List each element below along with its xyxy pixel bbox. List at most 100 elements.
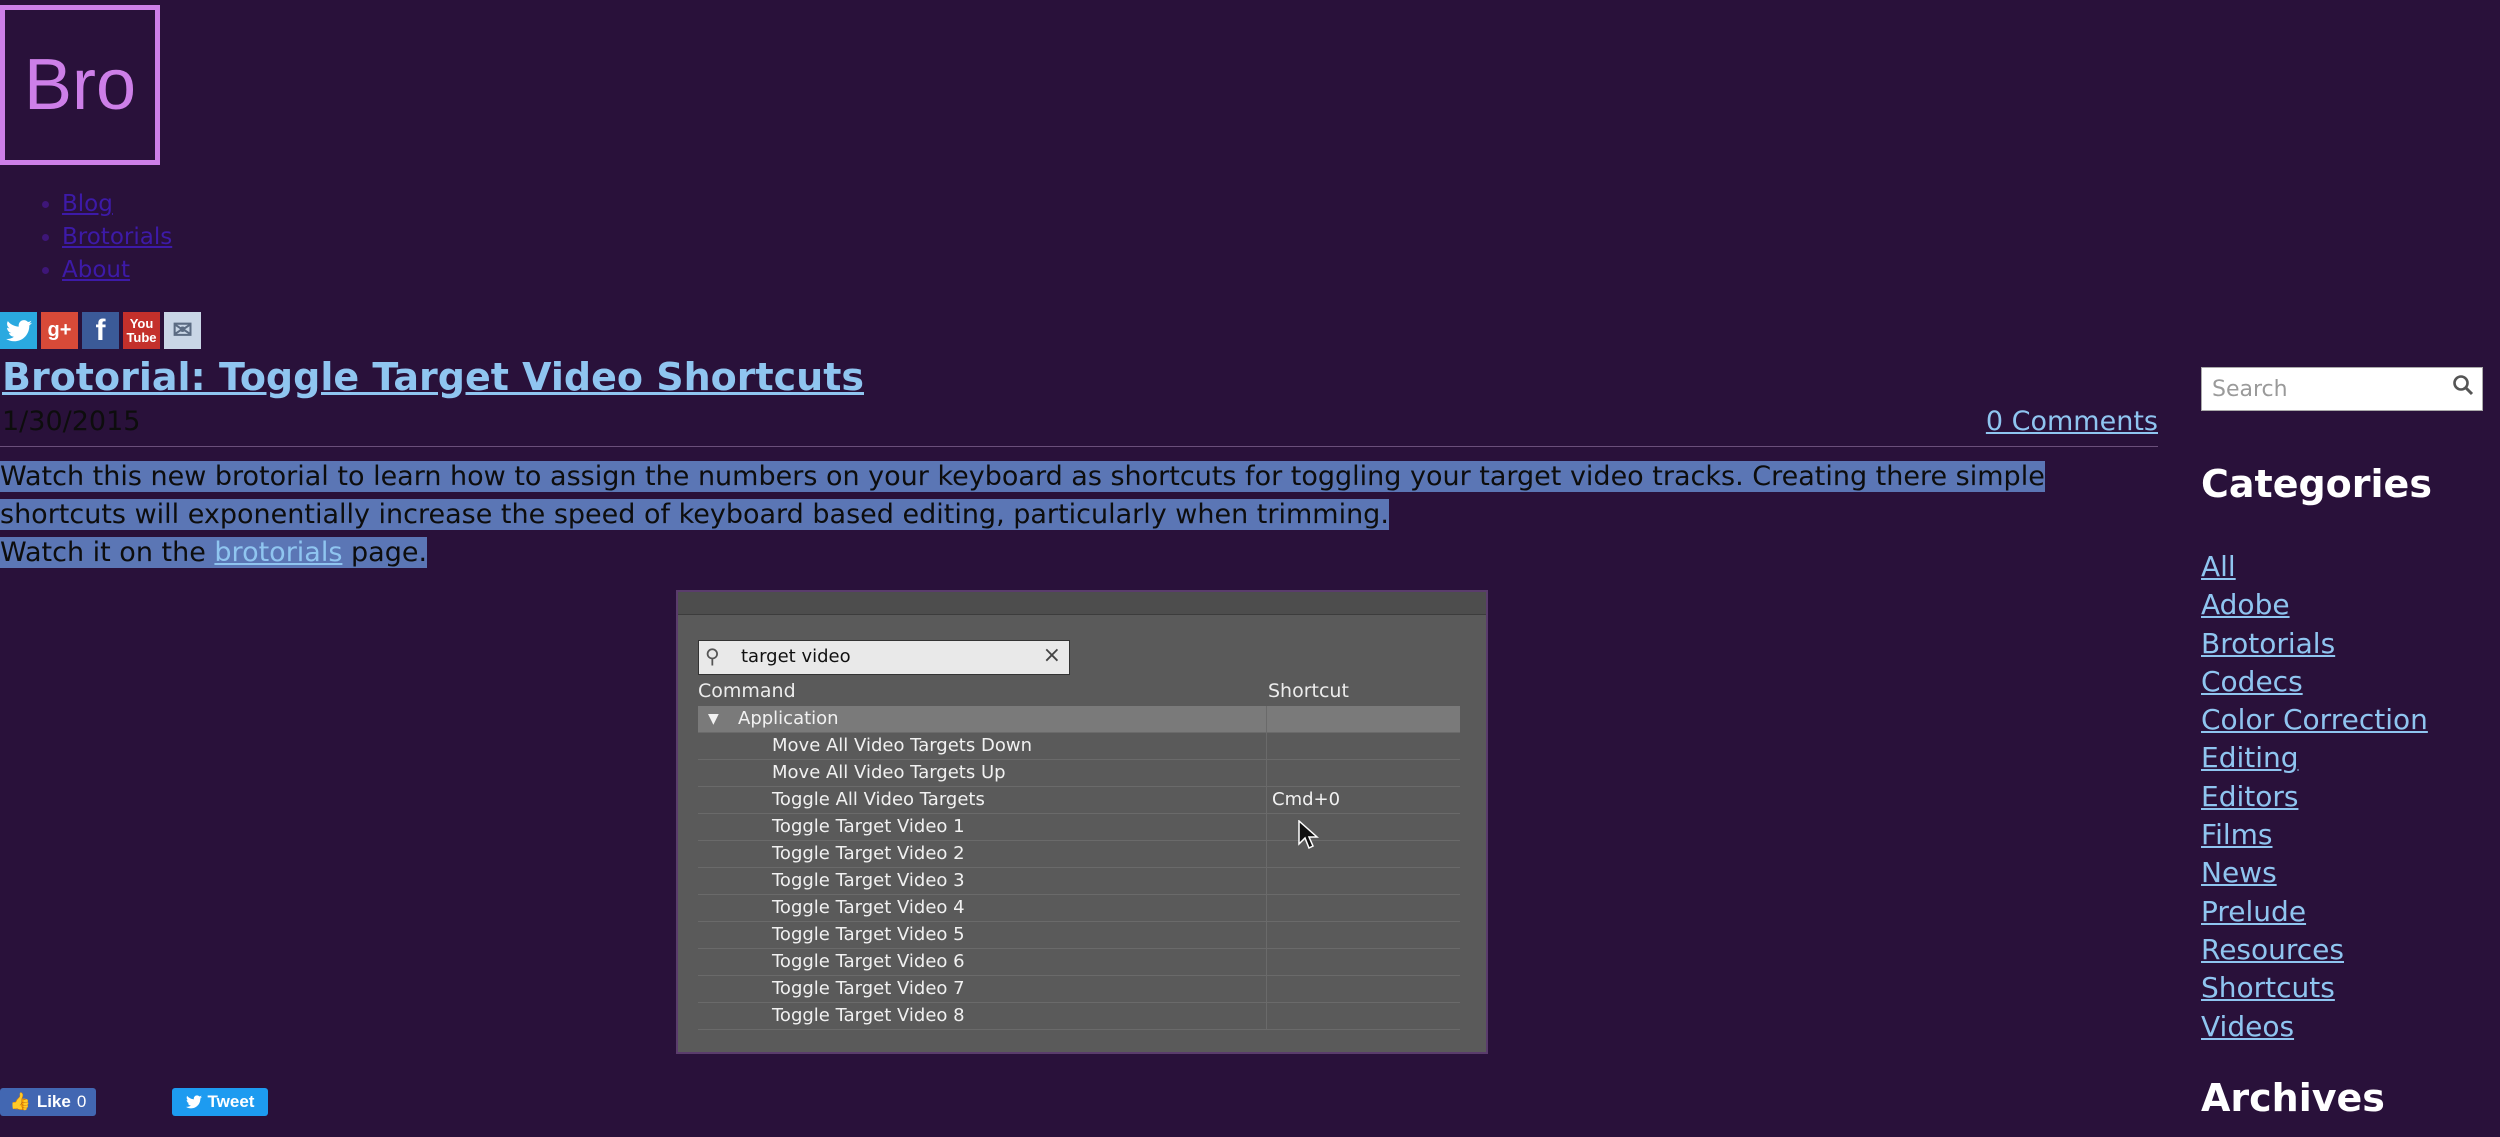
row-name: Toggle Target Video 1 bbox=[772, 816, 965, 837]
column-divider bbox=[1266, 922, 1267, 948]
main-nav: Blog Brotorials About bbox=[0, 188, 172, 287]
column-divider bbox=[1266, 976, 1267, 1002]
search-input[interactable] bbox=[2210, 368, 2444, 410]
close-icon: × bbox=[1042, 643, 1061, 668]
row-name: Toggle Target Video 7 bbox=[772, 978, 965, 999]
archives-heading: Archives bbox=[2201, 1076, 2385, 1120]
post-body-prefix: Watch it on the bbox=[0, 537, 215, 568]
category-link-resources[interactable]: Resources bbox=[2201, 933, 2344, 966]
table-row: Toggle Target Video 2 bbox=[698, 841, 1460, 868]
row-name: Toggle Target Video 8 bbox=[772, 1005, 965, 1026]
row-name: Toggle Target Video 5 bbox=[772, 924, 965, 945]
category-link-news[interactable]: News bbox=[2201, 856, 2277, 889]
thumbs-up-icon: 👍 bbox=[9, 1092, 31, 1111]
post-body-suffix: page. bbox=[342, 537, 428, 568]
category-link-all[interactable]: All bbox=[2201, 550, 2236, 583]
nav-item-brotorials: Brotorials bbox=[62, 221, 172, 254]
table-row: Toggle All Video Targets Cmd+0 bbox=[698, 787, 1460, 814]
screenshot-search-value: target video bbox=[741, 646, 851, 667]
category-link-shortcuts[interactable]: Shortcuts bbox=[2201, 971, 2335, 1004]
column-divider bbox=[1266, 895, 1267, 921]
table-row-group: ▼ Application bbox=[698, 706, 1460, 733]
column-divider bbox=[1266, 706, 1267, 732]
row-name: Toggle Target Video 4 bbox=[772, 897, 965, 918]
category-item: Adobe bbox=[2201, 586, 2428, 624]
google-plus-icon[interactable]: g+ bbox=[41, 312, 78, 349]
category-link-videos[interactable]: Videos bbox=[2201, 1010, 2294, 1043]
row-shortcut: Cmd+0 bbox=[1272, 789, 1341, 810]
post-body: Watch this new brotorial to learn how to… bbox=[0, 458, 2158, 572]
column-divider bbox=[1266, 841, 1267, 867]
category-item: Videos bbox=[2201, 1008, 2428, 1046]
post-title[interactable]: Brotorial: Toggle Target Video Shortcuts bbox=[2, 355, 864, 399]
row-name: Toggle Target Video 6 bbox=[772, 951, 965, 972]
nav-link-blog[interactable]: Blog bbox=[62, 191, 113, 217]
facebook-icon[interactable]: f bbox=[82, 312, 119, 349]
post-body-paragraph: Watch this new brotorial to learn how to… bbox=[0, 461, 2045, 530]
table-row: Toggle Target Video 4 bbox=[698, 895, 1460, 922]
column-divider bbox=[1266, 949, 1267, 975]
category-item: Shortcuts bbox=[2201, 969, 2428, 1007]
youtube-icon[interactable]: You Tube bbox=[123, 312, 160, 349]
post-meta: 1/30/2015 0 Comments bbox=[0, 404, 2158, 447]
nav-item-about: About bbox=[62, 254, 172, 287]
sidebar-search bbox=[2201, 367, 2483, 411]
category-item: Prelude bbox=[2201, 893, 2428, 931]
table-row: Move All Video Targets Up bbox=[698, 760, 1460, 787]
category-item: Color Correction bbox=[2201, 701, 2428, 739]
share-buttons: 👍 Like 0 Tweet bbox=[0, 1088, 268, 1116]
category-link-films[interactable]: Films bbox=[2201, 818, 2273, 851]
youtube-icon-text-bottom: Tube bbox=[126, 329, 157, 345]
column-divider bbox=[1266, 814, 1267, 840]
search-icon[interactable] bbox=[2452, 374, 2474, 402]
table-row: Toggle Target Video 3 bbox=[698, 868, 1460, 895]
triangle-down-icon: ▼ bbox=[708, 711, 719, 727]
email-icon[interactable]: ✉ bbox=[164, 312, 201, 349]
category-item: Resources bbox=[2201, 931, 2428, 969]
like-count: 0 bbox=[76, 1092, 87, 1111]
table-row: Move All Video Targets Down bbox=[698, 733, 1460, 760]
column-shortcut: Shortcut bbox=[1268, 680, 1349, 702]
category-item: Brotorials bbox=[2201, 625, 2428, 663]
table-row: Toggle Target Video 7 bbox=[698, 976, 1460, 1003]
screenshot-search-box: ⚲ target video × bbox=[698, 640, 1070, 675]
like-label: Like bbox=[36, 1092, 71, 1111]
site-logo[interactable]: Bro bbox=[0, 5, 160, 165]
facebook-like-button[interactable]: 👍 Like 0 bbox=[0, 1088, 96, 1116]
category-list: All Adobe Brotorials Codecs Color Correc… bbox=[2201, 548, 2428, 1046]
category-item: Editing bbox=[2201, 739, 2428, 777]
tweet-button[interactable]: Tweet bbox=[172, 1088, 268, 1116]
category-link-editors[interactable]: Editors bbox=[2201, 780, 2298, 813]
column-divider bbox=[1266, 1003, 1267, 1029]
table-row: Toggle Target Video 5 bbox=[698, 922, 1460, 949]
category-link-codecs[interactable]: Codecs bbox=[2201, 665, 2303, 698]
category-link-prelude[interactable]: Prelude bbox=[2201, 895, 2306, 928]
category-link-color-correction[interactable]: Color Correction bbox=[2201, 703, 2428, 736]
social-links: g+ f You Tube ✉ bbox=[0, 312, 201, 349]
category-link-editing[interactable]: Editing bbox=[2201, 741, 2299, 774]
post-comments-link[interactable]: 0 Comments bbox=[1986, 406, 2158, 437]
table-row: Toggle Target Video 6 bbox=[698, 949, 1460, 976]
nav-item-blog: Blog bbox=[62, 188, 172, 221]
nav-link-about[interactable]: About bbox=[62, 257, 130, 283]
category-link-brotorials[interactable]: Brotorials bbox=[2201, 627, 2335, 660]
row-name: Move All Video Targets Up bbox=[772, 762, 1006, 783]
table-row: Toggle Target Video 1 bbox=[698, 814, 1460, 841]
search-icon: ⚲ bbox=[705, 644, 720, 668]
row-name: Toggle All Video Targets bbox=[772, 789, 985, 810]
screenshot-titlebar bbox=[678, 592, 1486, 615]
nav-link-brotorials[interactable]: Brotorials bbox=[62, 224, 172, 250]
column-divider bbox=[1266, 868, 1267, 894]
category-item: All bbox=[2201, 548, 2428, 586]
twitter-icon[interactable] bbox=[0, 312, 37, 349]
brotorials-link[interactable]: brotorials bbox=[214, 537, 342, 568]
category-item: Films bbox=[2201, 816, 2428, 854]
category-item: News bbox=[2201, 854, 2428, 892]
post-date: 1/30/2015 bbox=[2, 406, 141, 437]
column-command: Command bbox=[698, 680, 796, 702]
category-link-adobe[interactable]: Adobe bbox=[2201, 588, 2290, 621]
twitter-icon bbox=[185, 1095, 202, 1109]
categories-heading: Categories bbox=[2201, 462, 2432, 506]
post-body-line-2: Watch it on the brotorials page. bbox=[0, 537, 428, 568]
row-name: Move All Video Targets Down bbox=[772, 735, 1032, 756]
